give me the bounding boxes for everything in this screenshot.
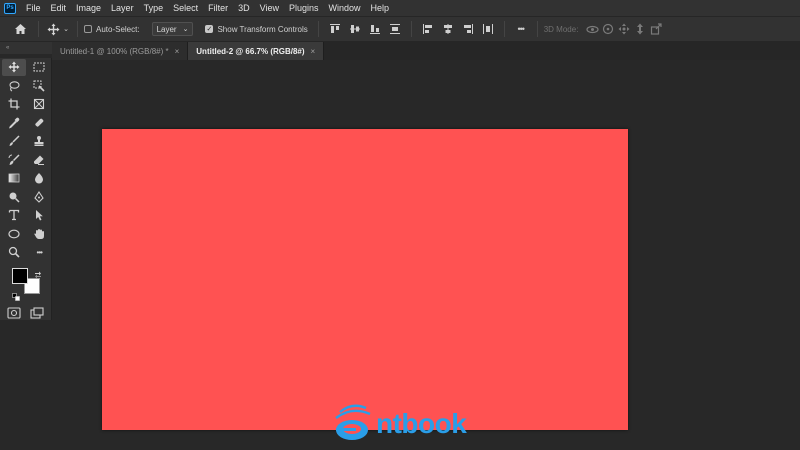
tool-row — [0, 95, 51, 114]
photoshop-logo-icon[interactable]: Ps — [4, 2, 16, 14]
path-selection-icon[interactable] — [28, 207, 52, 224]
object-selection-icon[interactable] — [28, 77, 52, 94]
tool-row — [0, 225, 51, 244]
menu-filter[interactable]: Filter — [203, 0, 233, 16]
home-icon[interactable] — [12, 21, 28, 37]
rectangular-marquee-icon[interactable] — [28, 59, 52, 76]
watermark-text: ntbook — [376, 408, 467, 439]
eraser-icon[interactable] — [28, 151, 52, 168]
tool-row — [0, 114, 51, 133]
separator — [410, 21, 412, 37]
eyedropper-icon[interactable] — [2, 114, 26, 131]
menu-plugins[interactable]: Plugins — [284, 0, 324, 16]
canvas-work-area[interactable] — [52, 60, 800, 450]
menu-3d[interactable]: 3D — [233, 0, 255, 16]
menu-layer[interactable]: Layer — [106, 0, 139, 16]
type-icon[interactable] — [2, 207, 26, 224]
3d-mode-label: 3D Mode: — [543, 24, 579, 34]
menu-edit[interactable]: Edit — [46, 0, 72, 16]
align-vertical-distribute-icon[interactable] — [481, 22, 495, 36]
close-icon[interactable]: × — [175, 47, 180, 56]
tool-row — [0, 132, 51, 151]
3d-roll-icon[interactable] — [600, 21, 616, 37]
separator — [536, 21, 538, 37]
crop-icon[interactable] — [2, 96, 26, 113]
auto-select-target-dropdown[interactable]: Layer ⌄ — [151, 22, 194, 36]
dropdown-value: Layer — [156, 24, 177, 34]
zoom-icon[interactable] — [2, 244, 26, 261]
tool-row: ••• — [0, 243, 51, 262]
menu-window[interactable]: Window — [324, 0, 366, 16]
hand-icon[interactable] — [28, 225, 52, 242]
show-transform-controls-label: Show Transform Controls — [217, 24, 308, 34]
document-tab-bar: Untitled-1 @ 100% (RGB/8#) * × Untitled-… — [52, 42, 800, 60]
align-right-edges-icon[interactable] — [461, 22, 475, 36]
tool-row — [0, 151, 51, 170]
frame-icon[interactable] — [28, 96, 52, 113]
menu-bar: Ps File Edit Image Layer Type Select Fil… — [0, 0, 800, 16]
blur-icon[interactable] — [28, 170, 52, 187]
quick-mask-icon[interactable] — [7, 306, 21, 319]
move-tool-preset-icon[interactable] — [45, 21, 61, 37]
watermark-logo-icon — [335, 404, 371, 440]
show-transform-controls-checkbox[interactable]: ✓ — [205, 25, 214, 33]
align-horizontal-centers-icon[interactable] — [441, 22, 455, 36]
ellipse-icon[interactable] — [2, 225, 26, 242]
align-vertical-centers-icon[interactable] — [348, 22, 362, 36]
separator — [77, 21, 78, 37]
auto-select-checkbox[interactable] — [84, 25, 92, 33]
menu-file[interactable]: File — [21, 0, 46, 16]
chevron-down-icon: ⌄ — [182, 26, 189, 33]
tab-label: Untitled-1 @ 100% (RGB/8#) * — [60, 46, 169, 56]
tool-row — [0, 169, 51, 188]
history-brush-icon[interactable] — [2, 151, 26, 168]
more-options-icon[interactable]: ••• — [511, 21, 531, 37]
menu-help[interactable]: Help — [366, 0, 395, 16]
align-horizontal-distribute-icon[interactable] — [388, 22, 402, 36]
tool-row — [0, 58, 51, 77]
auto-select-label: Auto-Select: — [96, 24, 140, 34]
foreground-color-swatch[interactable] — [12, 268, 28, 284]
3d-pan-icon[interactable] — [616, 21, 632, 37]
tab-label: Untitled-2 @ 66.7% (RGB/8#) — [196, 46, 305, 56]
align-left-edges-icon[interactable] — [421, 22, 435, 36]
align-top-edges-icon[interactable] — [328, 22, 342, 36]
tool-row — [0, 188, 51, 207]
clone-stamp-icon[interactable] — [28, 133, 52, 150]
options-bar: ⌄ Auto-Select: Layer ⌄ ✓ Show Transform … — [0, 16, 800, 42]
color-swatches — [10, 266, 42, 298]
chevron-down-icon[interactable]: ⌄ — [61, 21, 71, 37]
gradient-icon[interactable] — [2, 170, 26, 187]
dodge-icon[interactable] — [2, 188, 26, 205]
tool-row — [0, 77, 51, 96]
menu-type[interactable]: Type — [139, 0, 169, 16]
3d-slide-icon[interactable] — [632, 21, 648, 37]
lasso-icon[interactable] — [2, 77, 26, 94]
menu-image[interactable]: Image — [71, 0, 106, 16]
tab-untitled-2[interactable]: Untitled-2 @ 66.7% (RGB/8#) × — [188, 42, 325, 60]
photoshop-window: Ps File Edit Image Layer Type Select Fil… — [0, 0, 800, 450]
separator — [38, 21, 39, 37]
screen-mode-icon[interactable] — [30, 306, 44, 319]
watermark: ntbook — [330, 398, 480, 444]
move-tool-icon[interactable] — [2, 58, 26, 76]
3d-orbit-icon[interactable] — [584, 21, 600, 37]
close-icon[interactable]: × — [311, 47, 316, 56]
toolbar-collapse-button[interactable]: « — [0, 42, 52, 54]
pen-icon[interactable] — [28, 188, 52, 205]
separator — [317, 21, 319, 37]
more-tools-icon[interactable]: ••• — [28, 244, 52, 261]
menu-select[interactable]: Select — [168, 0, 203, 16]
menu-view[interactable]: View — [255, 0, 284, 16]
align-bottom-edges-icon[interactable] — [368, 22, 382, 36]
spot-healing-brush-icon[interactable] — [28, 114, 52, 131]
tool-row — [0, 206, 51, 225]
3d-scale-icon[interactable] — [648, 21, 664, 37]
tab-untitled-1[interactable]: Untitled-1 @ 100% (RGB/8#) * × — [52, 42, 189, 60]
separator — [503, 21, 505, 37]
document-canvas[interactable] — [102, 129, 628, 430]
brush-icon[interactable] — [2, 133, 26, 150]
